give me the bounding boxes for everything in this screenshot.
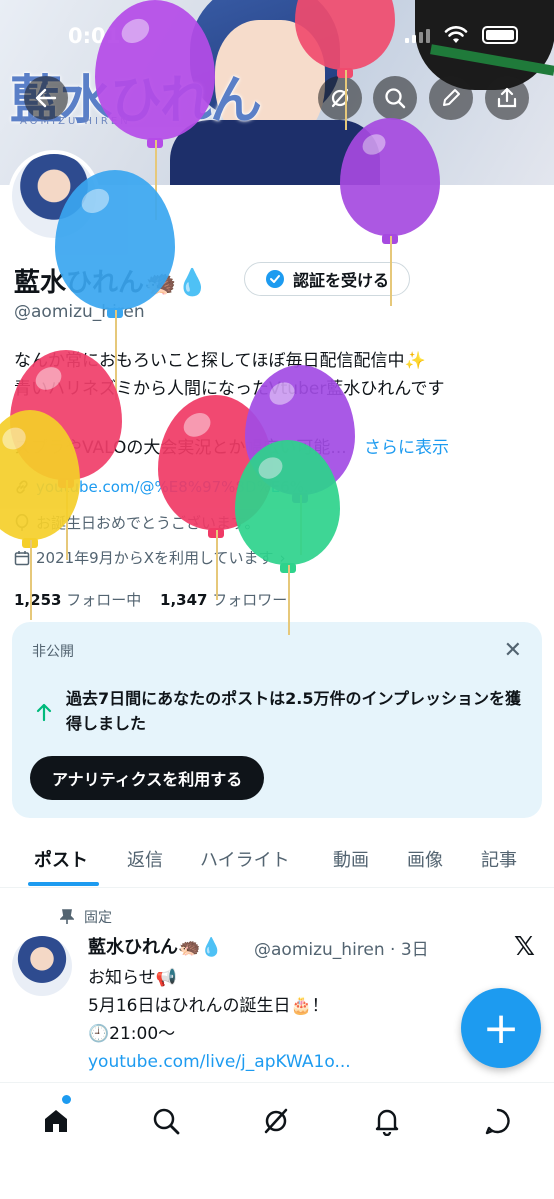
private-label: 非公開 <box>32 644 74 660</box>
bio-line-1: なんか常におもろいこと探してほぼ毎日配信配信中✨ <box>14 351 426 371</box>
followers-label: フォロワー <box>212 591 288 609</box>
share-icon <box>497 87 517 108</box>
chevron-right-icon: › <box>279 548 286 567</box>
post-line-1: お知らせ📢 <box>88 968 177 988</box>
joined-row[interactable]: 2021年9月からXを利用しています › <box>14 547 286 568</box>
tab-highlights[interactable]: ハイライト <box>200 846 290 872</box>
use-analytics-button[interactable]: アナリティクスを利用する <box>30 756 265 800</box>
bio-line-3: スプラやVALOの大会実況とか幅広い可能... <box>14 438 347 458</box>
x-logo-icon[interactable]: 𝕏 <box>514 932 535 962</box>
search-icon <box>153 1108 180 1135</box>
edit-icon <box>443 89 460 106</box>
nav-grok[interactable] <box>256 1101 296 1141</box>
birthday-text: お誕生日おめでとうございます。 <box>36 514 260 532</box>
profile-name: 藍水ひれん🦔💧 <box>14 268 209 298</box>
active-tab-indicator <box>28 882 99 886</box>
status-time: 0:01 <box>68 24 121 48</box>
search-icon <box>385 88 406 109</box>
profile-handle: @aomizu_hiren <box>14 302 145 322</box>
profile-avatar[interactable] <box>8 150 100 242</box>
verified-check-icon <box>265 270 284 288</box>
search-profile-button[interactable] <box>373 76 417 120</box>
arrow-up-icon <box>36 703 52 722</box>
tab-images[interactable]: 画像 <box>407 846 443 872</box>
get-verified-label: 認証を受ける <box>292 271 389 290</box>
followers-count: 1,347 <box>160 591 208 609</box>
tab-posts[interactable]: ポスト <box>34 846 88 872</box>
birthday-row: お誕生日おめでとうございます。 <box>14 512 260 533</box>
show-more-link[interactable]: さらに表示 <box>364 438 449 458</box>
calendar-icon <box>14 550 30 565</box>
nav-notifications[interactable] <box>367 1101 407 1141</box>
post-line-2: 5月16日はひれんの誕生日🎂！ <box>88 996 329 1016</box>
cellular-signal-icon <box>405 27 430 43</box>
impressions-message: 過去7日間にあなたのポストは2.5万件のインプレッションを獲得しました <box>66 689 521 733</box>
tab-replies[interactable]: 返信 <box>127 846 163 872</box>
bio-line-3-row: スプラやVALOの大会実況とか幅広い可能... さらに表示 <box>14 433 449 458</box>
home-notification-dot <box>62 1095 71 1104</box>
analytics-card: 非公開 ✕ 過去7日間にあなたのポストは2.5万件のインプレッションを獲得しまし… <box>12 622 542 818</box>
profile-link-row: youtube.com/@%E8%97%8D%E6%... <box>14 478 318 496</box>
back-button[interactable] <box>24 76 68 120</box>
battery-icon <box>482 26 518 44</box>
edit-button[interactable] <box>429 76 473 120</box>
back-arrow-icon <box>35 88 57 108</box>
nav-home[interactable] <box>36 1101 76 1141</box>
tab-videos[interactable]: 動画 <box>333 846 369 872</box>
pinned-label: 固定 <box>84 910 112 926</box>
balloon-icon <box>15 513 29 531</box>
home-icon <box>45 1110 67 1132</box>
bio-line-2: 青いハリネズミから人間になったVtuber藍水ひれんです <box>14 379 445 399</box>
joined-text: 2021年9月からXを利用しています <box>36 549 274 567</box>
pin-icon <box>60 909 74 924</box>
grok-icon <box>264 1108 288 1134</box>
follow-counts: 1,253 フォロー中 1,347 フォロワー <box>14 589 287 610</box>
balloon-decoration <box>158 395 273 600</box>
messages-icon <box>485 1108 510 1135</box>
tab-articles[interactable]: 記事 <box>481 846 517 872</box>
post-avatar[interactable] <box>12 936 72 996</box>
compose-post-button[interactable]: + <box>461 988 541 1068</box>
post-link[interactable]: youtube.com/live/j_apKWA1o... <box>88 1048 468 1076</box>
nav-explore[interactable] <box>146 1101 186 1141</box>
bottom-navigation <box>0 1082 554 1199</box>
profile-bio: なんか常におもろいこと探してほぼ毎日配信配信中✨ 青いハリネズミから人間になった… <box>14 347 544 403</box>
post-author-name[interactable]: 藍水ひれん🦔💧 <box>88 933 223 959</box>
profile-link[interactable]: youtube.com/@%E8%97%8D%E6%... <box>36 478 318 496</box>
share-button[interactable] <box>485 76 529 120</box>
status-icons <box>405 26 518 44</box>
link-icon <box>16 480 28 494</box>
pinned-indicator: 固定 <box>60 907 112 927</box>
followers-link[interactable]: 1,347 フォロワー <box>160 591 287 609</box>
notifications-icon <box>375 1109 399 1136</box>
profile-tabs: ポスト 返信 ハイライト 動画 画像 記事 <box>0 836 554 888</box>
grok-button[interactable] <box>318 76 362 120</box>
following-link[interactable]: 1,253 フォロー中 <box>14 591 146 609</box>
post-handle-time: @aomizu_hiren · 3日 <box>254 940 429 960</box>
following-count: 1,253 <box>14 591 62 609</box>
post-body[interactable]: お知らせ📢 5月16日はひれんの誕生日🎂！ 🕘21:00〜 youtube.co… <box>88 964 468 1076</box>
get-verified-button[interactable]: 認証を受ける <box>244 262 410 296</box>
following-label: フォロー中 <box>66 591 142 609</box>
post-line-3: 🕘21:00〜 <box>88 1024 176 1044</box>
grok-icon <box>331 88 349 108</box>
wifi-icon <box>444 26 468 43</box>
close-icon[interactable]: ✕ <box>504 638 522 663</box>
nav-messages[interactable] <box>478 1101 518 1141</box>
